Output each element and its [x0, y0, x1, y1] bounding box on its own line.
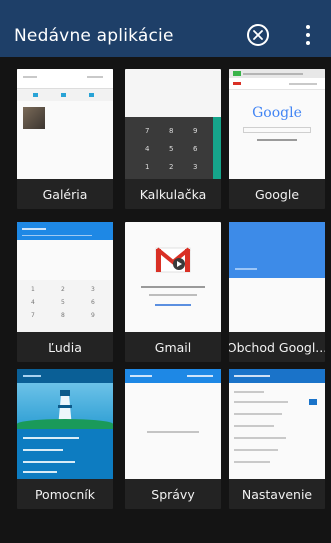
gallery-thumbnail [17, 69, 113, 179]
recent-apps-header: Nedávne aplikácie [0, 0, 331, 57]
app-label: Nastavenie [241, 486, 313, 502]
settings-thumbnail [229, 369, 325, 479]
app-label: Google [254, 186, 300, 202]
app-card-google[interactable]: Google Google [229, 69, 325, 209]
app-card-gmail[interactable]: Gmail [125, 222, 221, 362]
app-label: Ľudia [48, 339, 82, 355]
app-label: Gmail [154, 339, 192, 355]
app-label: Kalkulačka [139, 186, 207, 202]
app-card-people[interactable]: 1 2 3 4 5 6 7 8 9 Ľudia [17, 222, 113, 362]
app-label: Obchod Googl... [229, 339, 325, 355]
menu-dot-icon [306, 25, 310, 29]
messages-thumbnail [125, 369, 221, 479]
app-card-play-store[interactable]: Obchod Googl... [229, 222, 325, 362]
calculator-thumbnail: 7 8 9 4 5 6 1 2 3 [125, 69, 221, 179]
menu-dot-icon [306, 33, 310, 37]
page-title: Nedávne aplikácie [14, 26, 174, 46]
menu-dot-icon [306, 41, 310, 45]
gmail-thumbnail [125, 222, 221, 332]
google-thumbnail: Google [229, 69, 325, 179]
app-card-settings[interactable]: Nastavenie [229, 369, 325, 509]
app-label: Galéria [42, 186, 88, 202]
people-thumbnail: 1 2 3 4 5 6 7 8 9 [17, 222, 113, 332]
close-icon [253, 30, 263, 40]
app-card-calculator[interactable]: 7 8 9 4 5 6 1 2 3 Kalkulačka [125, 69, 221, 209]
app-label: Správy [151, 486, 195, 502]
help-thumbnail [17, 369, 113, 479]
overflow-menu-button[interactable] [302, 25, 314, 45]
app-card-gallery[interactable]: Galéria [17, 69, 113, 209]
app-card-messages[interactable]: Správy [125, 369, 221, 509]
google-logo: Google [252, 105, 302, 121]
play-store-thumbnail [229, 222, 325, 332]
recent-apps-grid: Galéria 7 8 9 4 5 6 1 2 3 Kalkulačka Goo… [0, 57, 331, 543]
close-all-button[interactable] [247, 24, 269, 46]
app-label: Pomocník [34, 486, 96, 502]
gmail-logo-icon [155, 247, 191, 273]
app-card-help[interactable]: Pomocník [17, 369, 113, 509]
